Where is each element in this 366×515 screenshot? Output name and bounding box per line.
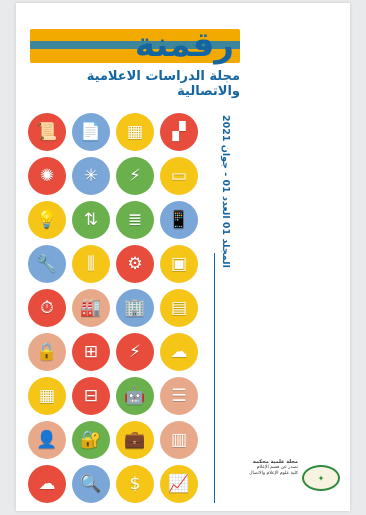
certificate-icon-glyph: 📜 [36, 121, 58, 142]
sun-network-icon-glyph: ✺ [39, 165, 55, 186]
server-icon: ≣ [116, 201, 154, 239]
building-icon: 🏢 [116, 289, 154, 327]
equalizer-icon-glyph: ⫼ [87, 253, 95, 274]
cloud-network-icon: ☁ [160, 333, 198, 371]
calendar-icon: ▤ [160, 289, 198, 327]
document-lock-icon: 🔒 [28, 333, 66, 371]
cpu-icon: ▣ [160, 245, 198, 283]
network-hub-icon-glyph: ✳ [83, 165, 99, 186]
equalizer-icon: ⫼ [72, 245, 110, 283]
barcode-icon-glyph: ▥ [170, 429, 188, 450]
plug-icon: ⚡ [116, 157, 154, 195]
icon-grid: 📜 📄 ▦ ▞ ✺ ✳ ⚡ ▭ 💡 ⇅ ≣ 📱 🔧 ⫼ ⚙ ▣ ⏱ 🏭 🏢 ▤ 🔒 ⊞ ⚡ ☁ ▦ ⊟ 🤖 ☰ 👤 🔐 💼 ▥ ☁ 🔍 $ 📈 [28, 113, 208, 503]
briefcase-icon-glyph: 💼 [124, 429, 146, 450]
university-emblem-icon: ✦ [302, 465, 340, 491]
conveyor-icon-glyph: ⊟ [83, 385, 99, 406]
phone-settings-icon: 📱 [160, 201, 198, 239]
magnifier-icon: 🔍 [72, 465, 110, 503]
storage-icon: ☰ [160, 377, 198, 415]
security-lock-icon: 🔐 [72, 421, 110, 459]
wrench-icon: 🔧 [28, 245, 66, 283]
building-icon-glyph: 🏢 [124, 297, 146, 318]
sun-network-icon: ✺ [28, 157, 66, 195]
analytics-icon: 📈 [160, 465, 198, 503]
lightbulb-icon-glyph: 💡 [36, 209, 58, 230]
microchip-icon-glyph: ▦ [126, 121, 144, 142]
stopwatch-icon: ⏱ [28, 289, 66, 327]
wrench-icon-glyph: 🔧 [36, 253, 58, 274]
computer-icon-glyph: ▭ [170, 165, 188, 186]
computer-icon: ▭ [160, 157, 198, 195]
stopwatch-icon-glyph: ⏱ [40, 297, 54, 318]
document-lock-icon-glyph: 🔒 [36, 341, 58, 362]
money-transfer-icon-glyph: ⇅ [83, 209, 99, 230]
vertical-divider [214, 253, 215, 503]
document-scan-icon: 📄 [72, 113, 110, 151]
factory-icon-glyph: 🏭 [80, 297, 102, 318]
microchip-icon: ▦ [116, 113, 154, 151]
user-settings-icon-glyph: 👤 [36, 429, 58, 450]
cloud-upload-icon-glyph: ☁ [38, 473, 56, 494]
gear-icon-glyph: ⚙ [127, 253, 143, 274]
plug-icon-glyph: ⚡ [129, 165, 141, 186]
lightbulb-icon: 💡 [28, 201, 66, 239]
factory-icon: 🏭 [72, 289, 110, 327]
magnifier-icon-glyph: 🔍 [80, 473, 102, 494]
journal-cover: رقمنة مجلة الدراسات الاعلامية والاتصالية… [16, 3, 350, 511]
server-icon-glyph: ≣ [127, 209, 143, 230]
security-lock-icon-glyph: 🔐 [80, 429, 102, 450]
analytics-icon-glyph: 📈 [168, 473, 190, 494]
flowchart-icon-glyph: ⊞ [83, 341, 99, 362]
certificate-icon: 📜 [28, 113, 66, 151]
network-hub-icon: ✳ [72, 157, 110, 195]
server-rack-icon: ▦ [28, 377, 66, 415]
calendar-icon-glyph: ▤ [170, 297, 188, 318]
power-plant-icon: ⚡ [116, 333, 154, 371]
document-scan-icon-glyph: 📄 [80, 121, 102, 142]
cpu-icon-glyph: ▣ [170, 253, 188, 274]
user-settings-icon: 👤 [28, 421, 66, 459]
journal-logo: رقمنة [134, 25, 234, 65]
power-plant-icon-glyph: ⚡ [129, 341, 141, 362]
flowchart-icon: ⊞ [72, 333, 110, 371]
publisher-info: مجلة علمية محكمة تصدر عن قسم الإعلام كلي… [248, 459, 298, 477]
money-bag-icon-glyph: $ [129, 473, 141, 494]
conveyor-icon: ⊟ [72, 377, 110, 415]
masthead: رقمنة مجلة الدراسات الاعلامية والاتصالية [30, 25, 240, 99]
storage-icon-glyph: ☰ [171, 385, 187, 406]
cloud-network-icon-glyph: ☁ [170, 341, 188, 362]
windows-icon: ▞ [160, 113, 198, 151]
journal-title: مجلة الدراسات الاعلامية والاتصالية [86, 69, 240, 99]
money-transfer-icon: ⇅ [72, 201, 110, 239]
money-bag-icon: $ [116, 465, 154, 503]
windows-icon-glyph: ▞ [172, 121, 186, 142]
issue-info: المجلد 01 العدد 01 - جوان 2021 [220, 115, 231, 268]
gear-icon: ⚙ [116, 245, 154, 283]
publisher-line-3: كلية علوم الإعلام والاتصال [249, 471, 298, 476]
server-rack-icon-glyph: ▦ [38, 385, 56, 406]
robot-icon: 🤖 [116, 377, 154, 415]
cloud-upload-icon: ☁ [28, 465, 66, 503]
robot-icon-glyph: 🤖 [124, 385, 146, 406]
briefcase-icon: 💼 [116, 421, 154, 459]
phone-settings-icon-glyph: 📱 [168, 209, 190, 230]
barcode-icon: ▥ [160, 421, 198, 459]
